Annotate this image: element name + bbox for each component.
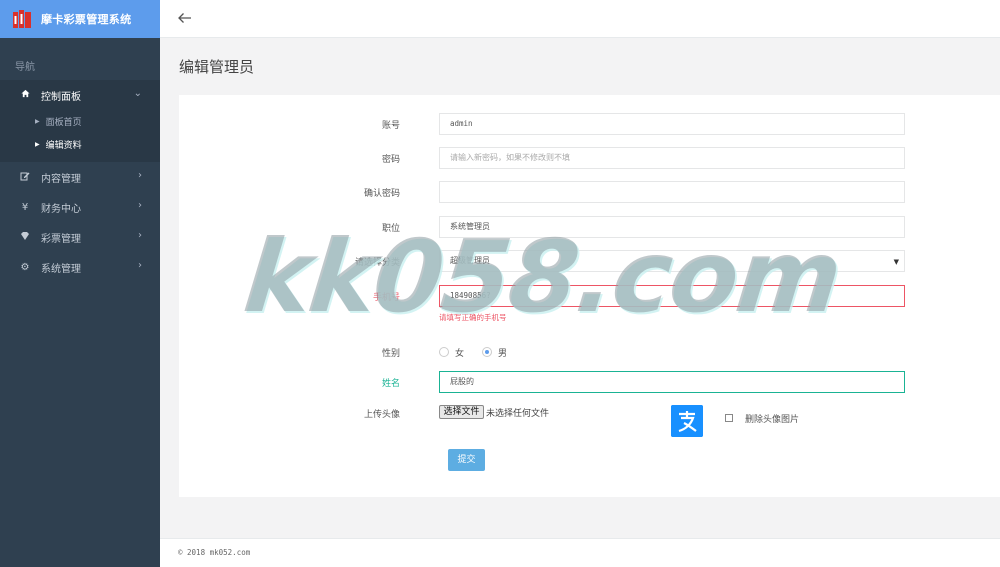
gender-male-radio[interactable] bbox=[482, 347, 493, 357]
select-arrow-icon: ▼ bbox=[893, 258, 899, 266]
logo-icon bbox=[13, 10, 31, 28]
nav-header: 导航 bbox=[15, 62, 35, 73]
top-bar bbox=[160, 0, 1000, 38]
delete-avatar-label: 删除头像图片 bbox=[745, 415, 800, 425]
sidebar-subitem-label: 面板首页 bbox=[45, 118, 82, 128]
account-row: 账号 admin bbox=[179, 113, 1000, 135]
chevron-down-icon: ⌄ bbox=[133, 88, 142, 99]
yen-icon: ¥ bbox=[21, 201, 29, 213]
category-row: 请选择分类 超级管理员 ▼ bbox=[179, 250, 1000, 272]
position-row: 职位 系统管理员 bbox=[179, 216, 1000, 238]
phone-field[interactable]: 18490856? bbox=[439, 285, 905, 307]
confirm-password-label: 确认密码 bbox=[363, 189, 400, 199]
gender-label: 性别 bbox=[381, 349, 400, 359]
caret-right-icon: ▶ bbox=[35, 141, 40, 148]
form-panel: 账号 admin 密码 请输入新密码，如果不修改则不填 确认密码 职位 系统管理… bbox=[179, 95, 1000, 497]
sidebar-subitem-edit-profile[interactable]: ▶ 编辑资料 bbox=[0, 133, 160, 156]
sidebar-item-label: 彩票管理 bbox=[41, 233, 81, 245]
chevron-right-icon: › bbox=[138, 260, 142, 271]
brand-bar[interactable]: 摩卡彩票管理系统 bbox=[0, 0, 160, 38]
password-row: 密码 请输入新密码，如果不修改则不填 bbox=[179, 147, 1000, 169]
submit-button[interactable]: 提交 bbox=[448, 449, 485, 471]
phone-row: 手机号 18490856? bbox=[179, 285, 1000, 307]
avatar-row: 上传头像 选择文件 未选择任何文件 删除头像图片 bbox=[179, 405, 1000, 439]
account-label: 账号 bbox=[381, 121, 400, 131]
position-field[interactable]: 系统管理员 bbox=[439, 216, 905, 238]
sidebar: 摩卡彩票管理系统 导航 控制面板 ⌄ ▶ 面板首页 ▶ 编辑资料 内容管理 › … bbox=[0, 0, 160, 567]
gem-icon bbox=[18, 231, 32, 244]
account-field[interactable]: admin bbox=[439, 113, 905, 135]
app-title: 摩卡彩票管理系统 bbox=[41, 13, 132, 26]
sidebar-item-content[interactable]: 内容管理 › bbox=[0, 162, 160, 192]
name-field[interactable]: 屁股的 bbox=[439, 371, 905, 393]
page-title: 编辑管理员 bbox=[179, 58, 255, 76]
chevron-right-icon: › bbox=[138, 230, 142, 241]
name-row: 姓名 屁股的 bbox=[179, 371, 1000, 393]
category-selected-value: 超级管理员 bbox=[450, 256, 490, 265]
delete-avatar-checkbox[interactable] bbox=[725, 414, 733, 422]
avatar-label: 上传头像 bbox=[363, 410, 400, 420]
name-label: 姓名 bbox=[381, 379, 400, 389]
chevron-right-icon: › bbox=[138, 170, 142, 181]
home-icon bbox=[18, 89, 32, 101]
gender-row: 性别 女 男 bbox=[179, 341, 1000, 363]
chevron-right-icon: › bbox=[138, 200, 142, 211]
sidebar-item-label: 控制面板 bbox=[41, 91, 81, 103]
confirm-password-row: 确认密码 bbox=[179, 181, 1000, 203]
sidebar-item-label: 系统管理 bbox=[41, 263, 81, 275]
password-label: 密码 bbox=[381, 155, 400, 165]
password-field[interactable]: 请输入新密码，如果不修改则不填 bbox=[439, 147, 905, 169]
footer: © 2018 mk052.com bbox=[160, 538, 1000, 567]
caret-right-icon: ▶ bbox=[35, 118, 40, 125]
sidebar-item-label: 财务中心 bbox=[41, 203, 81, 215]
category-select[interactable]: 超级管理员 ▼ bbox=[439, 250, 905, 272]
gender-male-label: 男 bbox=[498, 348, 508, 359]
back-arrow-icon[interactable] bbox=[176, 9, 194, 27]
category-label: 请选择分类 bbox=[354, 258, 400, 268]
file-status-text: 未选择任何文件 bbox=[486, 409, 550, 419]
sidebar-item-finance[interactable]: ¥ 财务中心 › bbox=[0, 192, 160, 222]
sidebar-submenu: ▶ 面板首页 ▶ 编辑资料 bbox=[0, 110, 160, 162]
phone-error-message: 请填写正确的手机号 bbox=[439, 313, 507, 322]
position-label: 职位 bbox=[381, 224, 400, 234]
alipay-avatar-icon bbox=[671, 405, 703, 437]
sidebar-item-system[interactable]: ⚙ 系统管理 › bbox=[0, 252, 160, 282]
gear-icon: ⚙ bbox=[20, 261, 30, 273]
confirm-password-field[interactable] bbox=[439, 181, 905, 203]
choose-file-button[interactable]: 选择文件 bbox=[439, 405, 484, 419]
sidebar-subitem-home[interactable]: ▶ 面板首页 bbox=[0, 110, 160, 133]
edit-icon bbox=[18, 171, 32, 184]
gender-female-label: 女 bbox=[455, 348, 465, 359]
sidebar-item-dashboard[interactable]: 控制面板 ⌄ bbox=[0, 80, 160, 110]
phone-label: 手机号 bbox=[372, 293, 400, 303]
sidebar-item-label: 内容管理 bbox=[41, 173, 81, 185]
gender-options: 女 男 bbox=[439, 341, 525, 363]
sidebar-item-lottery[interactable]: 彩票管理 › bbox=[0, 222, 160, 252]
sidebar-subitem-label: 编辑资料 bbox=[45, 141, 82, 151]
gender-female-radio[interactable] bbox=[439, 347, 449, 357]
